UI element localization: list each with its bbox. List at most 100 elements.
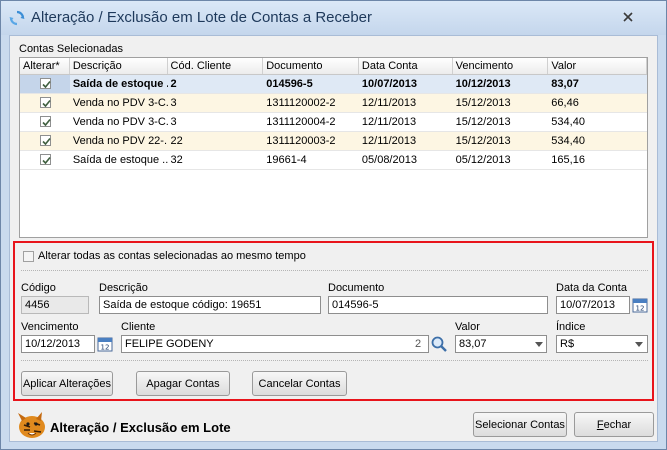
selected-accounts-label: Contas Selecionadas	[19, 43, 123, 55]
row-checkbox[interactable]	[40, 154, 51, 165]
table-row[interactable]: Venda no PDV 22-... 22 1311120003-2 12/1…	[20, 132, 647, 151]
alter-all-checkbox[interactable]	[23, 251, 34, 262]
cell-data-conta: 05/08/2013	[361, 154, 417, 166]
separator	[21, 360, 648, 361]
checkmark-icon	[42, 156, 51, 165]
cell-descricao: Saída de estoque ...	[72, 78, 168, 90]
cell-documento: 1311120004-2	[266, 116, 336, 128]
table-row[interactable]: Venda no PDV 3-C... 3 1311120002-2 12/11…	[20, 94, 647, 113]
column-header-vencimento[interactable]: Vencimento	[453, 58, 549, 74]
edit-panel: Alterar todas as contas selecionadas ao …	[13, 241, 654, 401]
codigo-label: Código	[21, 282, 56, 294]
close-button-label: echar	[603, 418, 632, 431]
cell-descricao: Venda no PDV 3-C...	[72, 116, 168, 128]
column-header-documento[interactable]: Documento	[263, 58, 359, 74]
apply-changes-button[interactable]: Aplicar Alterações	[21, 371, 113, 396]
table-row[interactable]: Venda no PDV 3-C... 3 1311120004-2 12/11…	[20, 113, 647, 132]
column-header-descricao[interactable]: Descrição	[70, 58, 168, 74]
data-conta-field[interactable]: 10/07/2013	[556, 296, 630, 314]
column-header-cod-cliente[interactable]: Cód. Cliente	[168, 58, 264, 74]
cell-data-conta: 12/11/2013	[361, 135, 417, 147]
indice-dropdown-button[interactable]	[631, 335, 647, 353]
cell-descricao: Venda no PDV 22-...	[72, 135, 168, 147]
cell-documento: 1311120003-2	[266, 135, 336, 147]
grid-header: Alterar* Descrição Cód. Cliente Document…	[20, 58, 647, 75]
cell-valor: 66,46	[551, 97, 579, 109]
cell-valor: 83,07	[551, 78, 579, 90]
cell-descricao: Saída de estoque ...	[72, 154, 168, 166]
close-window-button[interactable]	[620, 10, 636, 24]
accounts-grid[interactable]: Alterar* Descrição Cód. Cliente Document…	[19, 57, 648, 238]
cliente-field[interactable]: FELIPE GODENY	[121, 335, 429, 353]
refresh-arrows-icon	[9, 10, 25, 26]
cancel-accounts-button[interactable]: Cancelar Contas	[252, 371, 347, 396]
cell-cod-cliente: 3	[170, 116, 177, 128]
cell-data-conta: 12/11/2013	[361, 97, 417, 109]
cliente-label: Cliente	[121, 321, 156, 333]
cell-data-conta: 10/07/2013	[361, 78, 417, 90]
cell-cod-cliente: 32	[170, 154, 183, 166]
vencimento-field[interactable]: 10/12/2013	[21, 335, 95, 353]
close-button[interactable]: Fechar	[574, 412, 654, 437]
close-icon	[623, 12, 633, 22]
column-header-alterar[interactable]: Alterar*	[20, 58, 70, 74]
valor-label: Valor	[455, 321, 480, 333]
alter-all-label: Alterar todas as contas selecionadas ao …	[38, 250, 306, 262]
dialog-body: Contas Selecionadas Alterar* Descrição C…	[9, 35, 658, 442]
cell-cod-cliente: 2	[170, 78, 177, 90]
cell-vencimento: 15/12/2013	[455, 116, 511, 128]
row-checkbox[interactable]	[40, 135, 51, 146]
indice-value: R$	[560, 338, 575, 350]
chevron-down-icon	[635, 341, 643, 347]
cell-cod-cliente: 3	[170, 97, 177, 109]
indice-label: Índice	[556, 321, 586, 333]
valor-dropdown-button[interactable]	[531, 335, 547, 353]
descricao-label: Descrição	[99, 282, 148, 294]
cell-cod-cliente: 22	[170, 135, 183, 147]
search-icon[interactable]	[430, 335, 448, 353]
cliente-code: 2	[415, 338, 422, 350]
checkmark-icon	[42, 137, 51, 146]
descricao-field[interactable]: Saída de estoque código: 19651	[99, 296, 321, 314]
column-header-data-conta[interactable]: Data Conta	[359, 58, 453, 74]
row-checkbox[interactable]	[40, 78, 51, 89]
documento-field[interactable]: 014596-5	[328, 296, 548, 314]
delete-accounts-button[interactable]: Apagar Contas	[136, 371, 230, 396]
title-bar[interactable]: Alteração / Exclusão em Lote de Contas a…	[1, 1, 666, 35]
select-accounts-button[interactable]: Selecionar Contas	[473, 412, 567, 437]
cell-documento: 1311120002-2	[266, 97, 336, 109]
cell-valor: 165,16	[551, 154, 585, 166]
calendar-day-text: 12	[101, 344, 110, 352]
checkmark-icon	[42, 99, 51, 108]
row-checkbox[interactable]	[40, 97, 51, 108]
cell-documento: 19661-4	[266, 154, 307, 166]
documento-label: Documento	[328, 282, 385, 294]
column-header-valor[interactable]: Valor	[548, 58, 647, 74]
cell-documento: 014596-5	[266, 78, 313, 90]
calendar-day-text: 12	[636, 305, 645, 313]
row-checkbox[interactable]	[40, 116, 51, 127]
cell-vencimento: 15/12/2013	[455, 97, 511, 109]
table-row[interactable]: Saída de estoque ... 2 014596-5 10/07/20…	[20, 75, 647, 94]
calendar-icon[interactable]: 12	[97, 336, 113, 352]
codigo-field: 4456	[21, 296, 89, 314]
cell-vencimento: 10/12/2013	[455, 78, 511, 90]
footer-title: Alteração / Exclusão em Lote	[50, 420, 231, 435]
data-conta-label: Data da Conta	[556, 282, 627, 294]
cell-valor: 534,40	[551, 116, 585, 128]
vencimento-label: Vencimento	[21, 321, 79, 333]
cell-descricao: Venda no PDV 3-C...	[72, 97, 168, 109]
cell-vencimento: 15/12/2013	[455, 135, 511, 147]
cell-vencimento: 05/12/2013	[455, 154, 511, 166]
cliente-name: FELIPE GODENY	[125, 338, 214, 350]
window-title: Alteração / Exclusão em Lote de Contas a…	[31, 9, 373, 26]
table-row[interactable]: Saída de estoque ... 32 19661-4 05/08/20…	[20, 151, 647, 170]
chevron-down-icon	[535, 341, 543, 347]
valor-value: 83,07	[459, 338, 487, 350]
calendar-icon[interactable]: 12	[632, 297, 648, 313]
tiger-logo-icon	[18, 412, 45, 438]
separator	[21, 270, 648, 271]
cell-valor: 534,40	[551, 135, 585, 147]
close-button-mnemonic: F	[596, 418, 604, 431]
cell-data-conta: 12/11/2013	[361, 116, 417, 128]
